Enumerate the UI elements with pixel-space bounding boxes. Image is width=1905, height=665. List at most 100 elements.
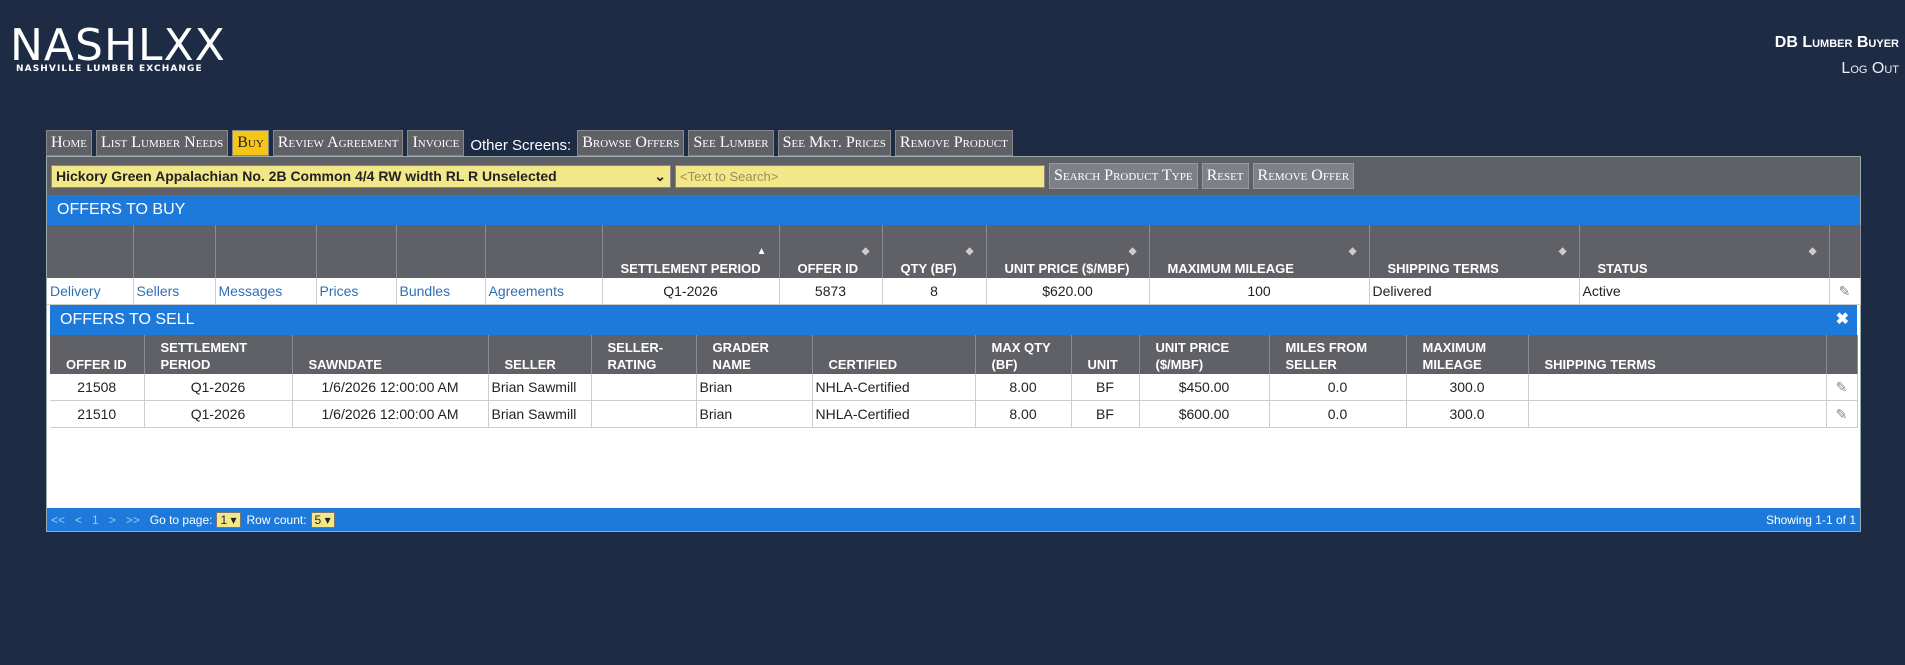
- cell-unit: BF: [1071, 400, 1140, 428]
- logo-wordmark: NASHLXX: [10, 20, 226, 71]
- table-row[interactable]: 21508 Q1-2026 1/6/2026 12:00:00 AM Brian…: [50, 374, 1858, 401]
- tab-buy[interactable]: Buy: [232, 130, 269, 156]
- cell-certified: NHLA-Certified: [812, 400, 976, 428]
- main-panel: Hickory Green Appalachian No. 2B Common …: [46, 156, 1861, 532]
- prices-link[interactable]: Prices: [320, 283, 359, 299]
- col-header-shipping-terms[interactable]: SHIPPING TERMS ◆: [1369, 225, 1580, 278]
- messages-link[interactable]: Messages: [219, 283, 283, 299]
- offers-to-sell-table: OFFER ID SETTLEMENT PERIOD SAWNDATE SELL…: [50, 335, 1858, 428]
- col-header-seller[interactable]: SELLER: [488, 335, 592, 374]
- main-nav: Home List Lumber Needs Buy Review Agreem…: [46, 130, 1013, 156]
- first-page-button[interactable]: <<: [51, 513, 65, 527]
- cell-shipping-terms: [1528, 400, 1827, 428]
- col-header-max-mileage[interactable]: MAXIMUM MILEAGE: [1406, 335, 1529, 374]
- cell-status: Active: [1579, 278, 1830, 305]
- offers-to-buy-header: OFFERS TO BUY: [47, 195, 1860, 225]
- col-header: [1826, 335, 1858, 374]
- last-page-button[interactable]: >>: [126, 513, 140, 527]
- cell-seller: Brian Sawmill: [488, 374, 592, 401]
- delivery-link[interactable]: Delivery: [50, 283, 101, 299]
- table-row[interactable]: 21510 Q1-2026 1/6/2026 12:00:00 AM Brian…: [50, 400, 1858, 428]
- buy-header-row: SETTLEMENT PERIOD ▲ OFFER ID ◆ QTY (BF) ◆ U…: [47, 225, 1861, 278]
- goto-page-select[interactable]: 1 ▾: [216, 511, 241, 528]
- tab-see-lumber[interactable]: See Lumber: [688, 130, 774, 156]
- col-header-seller-rating[interactable]: SELLER-RATING: [591, 335, 697, 374]
- col-header-shipping-terms[interactable]: SHIPPING TERMS: [1528, 335, 1827, 374]
- agreements-link[interactable]: Agreements: [489, 283, 564, 299]
- edit-icon[interactable]: ✎: [1826, 400, 1858, 428]
- sort-icon: ◆: [1558, 246, 1567, 257]
- sellers-link[interactable]: Sellers: [137, 283, 180, 299]
- col-header-certified[interactable]: CERTIFIED: [812, 335, 976, 374]
- col-header-qty[interactable]: QTY (BF) ◆: [882, 225, 987, 278]
- search-input[interactable]: <Text to Search>: [675, 164, 1045, 188]
- col-header-sawndate[interactable]: SAWNDATE: [292, 335, 489, 374]
- col-header-settlement-period[interactable]: SETTLEMENT PERIOD ▲: [602, 225, 780, 278]
- tab-remove-product[interactable]: Remove Product: [894, 130, 1013, 156]
- next-page-button[interactable]: >: [109, 513, 116, 527]
- user-name: DB Lumber Buyer: [1774, 34, 1899, 51]
- tab-home[interactable]: Home: [46, 130, 92, 156]
- logo-tagline: NASHVILLE LUMBER EXCHANGE: [16, 64, 203, 74]
- sort-icon: ◆: [1128, 246, 1137, 257]
- cell-unit-price: $450.00: [1139, 374, 1270, 401]
- chevron-down-icon: ⌄: [654, 167, 666, 184]
- sort-icon: ◆: [965, 246, 974, 257]
- close-icon[interactable]: ✖: [1836, 305, 1849, 335]
- cell-shipping-terms: Delivered: [1369, 278, 1580, 305]
- col-header: [133, 225, 216, 278]
- tab-invoice[interactable]: Invoice: [407, 130, 465, 156]
- edit-icon[interactable]: ✎: [1826, 374, 1858, 401]
- col-header-max-qty[interactable]: MAX QTY (BF): [975, 335, 1072, 374]
- tab-browse-offers[interactable]: Browse Offers: [577, 130, 685, 156]
- cell-settlement-period: Q1-2026: [602, 278, 780, 305]
- col-header-settlement-period[interactable]: SETTLEMENT PERIOD: [144, 335, 293, 374]
- cell-certified: NHLA-Certified: [812, 374, 976, 401]
- col-header-offer-id[interactable]: OFFER ID: [50, 335, 145, 374]
- logout-link[interactable]: Log Out: [1775, 60, 1899, 78]
- col-header-grader-name[interactable]: GRADER NAME: [696, 335, 813, 374]
- cell-max-mileage: 300.0: [1406, 400, 1529, 428]
- offers-to-sell-title: OFFERS TO SELL: [60, 311, 195, 328]
- cell-max-qty: 8.00: [975, 374, 1072, 401]
- cell-offer-id: 21508: [50, 374, 145, 401]
- col-header: [47, 225, 134, 278]
- cell-offer-id: 21510: [50, 400, 145, 428]
- col-header-unit-price[interactable]: UNIT PRICE ($/MBF): [1139, 335, 1270, 374]
- offers-to-sell-section: OFFERS TO SELL ✖ OFFER ID SETTLEMENT PER…: [50, 305, 1858, 428]
- pager-bar: << < 1 > >> Go to page: 1 ▾ Row count: 5…: [47, 508, 1860, 531]
- cell-seller-rating: [591, 374, 697, 401]
- col-header-unit[interactable]: UNIT: [1071, 335, 1140, 374]
- sort-icon: ◆: [1348, 246, 1357, 257]
- col-header-status[interactable]: STATUS ◆: [1579, 225, 1830, 278]
- search-product-type-button[interactable]: Search Product Type: [1049, 163, 1198, 189]
- tab-list-lumber-needs[interactable]: List Lumber Needs: [96, 130, 229, 156]
- showing-count: Showing 1-1 of 1: [1765, 512, 1856, 527]
- col-header-unit-price[interactable]: UNIT PRICE ($/MBF) ◆: [986, 225, 1150, 278]
- product-type-select[interactable]: Hickory Green Appalachian No. 2B Common …: [51, 164, 671, 188]
- tab-review-agreement[interactable]: Review Agreement: [272, 130, 404, 156]
- cell-seller: Brian Sawmill: [488, 400, 592, 428]
- page-number[interactable]: 1: [92, 513, 99, 527]
- cell-settlement-period: Q1-2026: [144, 400, 293, 428]
- col-header: [215, 225, 317, 278]
- col-header-miles-from-seller[interactable]: MILES FROM SELLER: [1269, 335, 1407, 374]
- cell-miles-from-seller: 0.0: [1269, 374, 1407, 401]
- row-count-select[interactable]: 5 ▾: [310, 511, 335, 528]
- cell-seller-rating: [591, 400, 697, 428]
- remove-offer-button[interactable]: Remove Offer: [1252, 163, 1355, 189]
- table-row: Delivery Sellers Messages Prices Bundles…: [47, 278, 1861, 305]
- sort-asc-icon: ▲: [756, 246, 767, 257]
- col-header-offer-id[interactable]: OFFER ID ◆: [779, 225, 883, 278]
- reset-button[interactable]: Reset: [1201, 163, 1249, 189]
- offers-to-sell-header: OFFERS TO SELL ✖: [50, 305, 1857, 335]
- col-header-max-mileage[interactable]: MAXIMUM MILEAGE ◆: [1149, 225, 1370, 278]
- logo: NASHLXX NASHVILLE LUMBER EXCHANGE: [10, 22, 240, 77]
- col-header: [485, 225, 603, 278]
- prev-page-button[interactable]: <: [75, 513, 82, 527]
- cell-miles-from-seller: 0.0: [1269, 400, 1407, 428]
- user-area: DB Lumber Buyer Log Out: [1775, 34, 1899, 78]
- tab-see-mkt-prices[interactable]: See Mkt. Prices: [777, 130, 891, 156]
- bundles-link[interactable]: Bundles: [400, 283, 451, 299]
- edit-icon[interactable]: ✎: [1829, 278, 1861, 305]
